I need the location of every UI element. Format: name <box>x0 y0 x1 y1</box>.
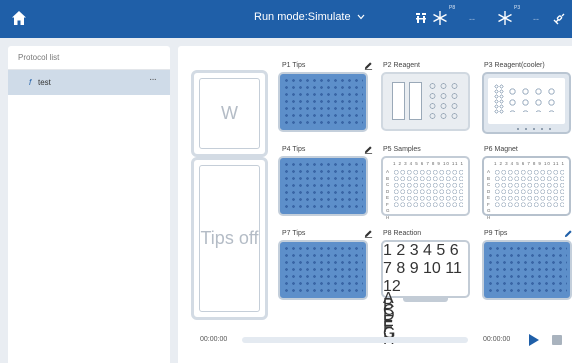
cooling-module-1-status: -- <box>469 14 475 24</box>
slot-label-p8: P8 Reaction <box>383 230 422 237</box>
slot-label-p4: P4 Tips <box>282 146 306 153</box>
play-button[interactable] <box>529 334 539 346</box>
slot-label-p3: P3 Reagent(cooler) <box>484 62 545 69</box>
tip-rack-p9[interactable] <box>482 240 572 300</box>
sample-plate-p5[interactable]: 1 2 3 4 5 6 7 8 9 10 11 12 ABCDEFGH <box>381 156 470 220</box>
waste-slot[interactable]: W <box>191 70 268 157</box>
cooling-module-1-icon[interactable] <box>432 10 448 26</box>
protocol-item-test[interactable]: f test ··· <box>8 70 170 95</box>
cooling-module-1-slot: P8 <box>449 5 456 11</box>
tip-rack-p7[interactable] <box>278 240 368 300</box>
disconnect-icon[interactable] <box>553 11 567 25</box>
plate-row-labels: ABCDEFGH <box>386 169 390 220</box>
tips-off-label: Tips off <box>199 165 260 312</box>
reagent-plate-p2[interactable] <box>381 72 470 131</box>
protocol-list-icon[interactable] <box>415 12 427 24</box>
edit-icon[interactable] <box>564 229 572 238</box>
magnet-plate-p6[interactable]: 1 2 3 4 5 6 7 8 9 10 11 12 ABCDEFGH <box>482 156 571 220</box>
tip-rack-p4[interactable] <box>278 156 368 216</box>
plate-column-labels: 1 2 3 4 5 6 7 8 9 10 11 12 <box>494 161 564 166</box>
chevron-down-icon <box>357 14 365 20</box>
progress-bar[interactable] <box>242 337 468 343</box>
waste-label: W <box>199 78 260 149</box>
tip-rack-p1[interactable] <box>278 72 368 132</box>
remaining-time: 00:00:00 <box>483 336 511 343</box>
protocol-file-icon: f <box>29 78 32 87</box>
slot-label-p9: P9 Tips <box>484 230 508 237</box>
slot-label-p6: P6 Magnet <box>484 146 518 153</box>
cooling-module-2-icon[interactable] <box>497 10 513 26</box>
cooler-plate-p3[interactable] <box>482 72 571 134</box>
edit-icon[interactable] <box>364 145 373 154</box>
slot-label-p2: P2 Reagent <box>383 62 420 69</box>
run-mode-label: Run mode:Simulate <box>254 11 351 23</box>
reaction-plate-p8[interactable]: 1 2 3 4 5 6 7 8 9 10 11 12 ABCDEFGH <box>381 240 470 347</box>
edit-icon[interactable] <box>364 61 373 70</box>
deck-panel: W Tips off P1 Tips P2 Reagent P3 Reagent… <box>178 46 572 363</box>
slot-label-p5: P5 Samples <box>383 146 421 153</box>
more-options-icon[interactable]: ··· <box>149 74 157 85</box>
edit-icon[interactable] <box>364 229 373 238</box>
cooling-module-2-status: -- <box>533 14 539 24</box>
top-bar: Run mode:Simulate P8 -- P3 -- <box>0 0 572 38</box>
slot-label-p7: P7 Tips <box>282 230 306 237</box>
home-icon[interactable] <box>11 10 27 26</box>
elapsed-time: 00:00:00 <box>200 336 228 343</box>
run-mode-selector[interactable]: Run mode:Simulate <box>254 11 365 23</box>
plate-row-labels: ABCDEFGH <box>487 169 491 220</box>
plate-column-labels: 1 2 3 4 5 6 7 8 9 10 11 12 <box>393 161 463 166</box>
slot-label-p1: P1 Tips <box>282 62 306 69</box>
plate-row-labels: ABCDEFGH <box>383 290 396 347</box>
stop-button[interactable] <box>552 335 562 345</box>
tips-off-slot[interactable]: Tips off <box>191 157 268 320</box>
cooling-module-2-slot: P3 <box>514 5 521 11</box>
protocol-list-panel: Protocol list f test ··· <box>8 46 170 363</box>
plate-column-labels: 1 2 3 4 5 6 7 8 9 10 11 12 <box>383 242 462 295</box>
protocol-name: test <box>38 78 51 87</box>
protocol-list-header: Protocol list <box>8 46 170 70</box>
